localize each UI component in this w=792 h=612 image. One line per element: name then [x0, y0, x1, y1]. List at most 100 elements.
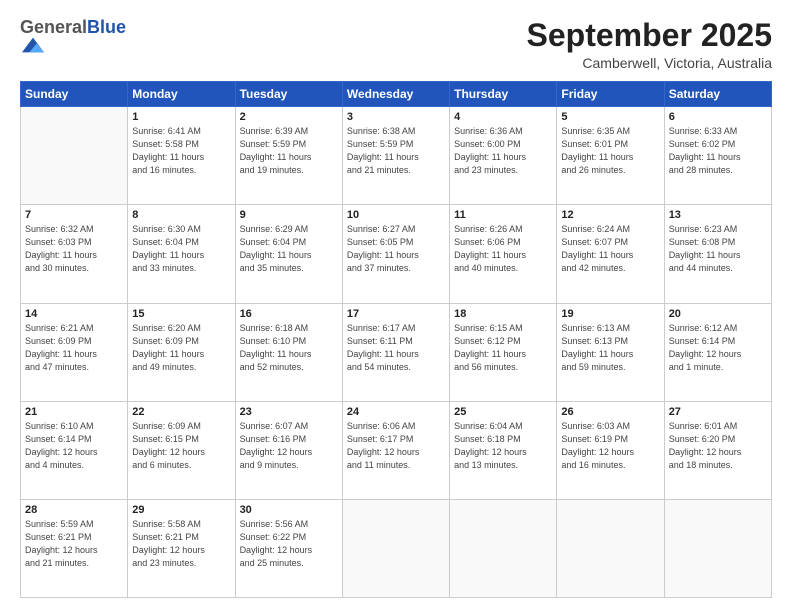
day-info: Sunrise: 6:17 AM Sunset: 6:11 PM Dayligh… [347, 322, 445, 374]
day-number: 6 [669, 111, 767, 123]
day-info: Sunrise: 6:35 AM Sunset: 6:01 PM Dayligh… [561, 125, 659, 177]
calendar-cell: 23Sunrise: 6:07 AM Sunset: 6:16 PM Dayli… [235, 401, 342, 499]
day-number: 14 [25, 308, 123, 320]
day-number: 28 [25, 504, 123, 516]
month-title: September 2025 [527, 18, 772, 53]
weekday-header-friday: Friday [557, 82, 664, 107]
calendar-cell: 8Sunrise: 6:30 AM Sunset: 6:04 PM Daylig… [128, 205, 235, 303]
day-number: 1 [132, 111, 230, 123]
day-number: 4 [454, 111, 552, 123]
weekday-header-monday: Monday [128, 82, 235, 107]
calendar-cell: 1 Sunrise: 6:41 AM Sunset: 5:58 PM Daylig… [128, 107, 235, 205]
calendar-cell: 15 Sunrise: 6:20 AM Sunset: 6:09 PM Dayli… [128, 303, 235, 401]
calendar-cell: 6 Sunrise: 6:33 AM Sunset: 6:02 PM Daylig… [664, 107, 771, 205]
day-info: Sunrise: 6:10 AM Sunset: 6:14 PM Dayligh… [25, 420, 123, 472]
day-number: 15 [132, 308, 230, 320]
calendar-cell: 12 Sunrise: 6:24 AM Sunset: 6:07 PM Dayli… [557, 205, 664, 303]
location: Camberwell, Victoria, Australia [527, 55, 772, 71]
day-number: 20 [669, 308, 767, 320]
day-number: 9 [240, 209, 338, 221]
calendar-week-row: 21 Sunrise: 6:10 AM Sunset: 6:14 PM Dayli… [21, 401, 772, 499]
day-number: 12 [561, 209, 659, 221]
day-info: Sunrise: 6:27 AM Sunset: 6:05 PM Dayligh… [347, 223, 445, 275]
calendar-cell: 27Sunrise: 6:01 AM Sunset: 6:20 PM Dayli… [664, 401, 771, 499]
day-info: Sunrise: 6:15 AM Sunset: 6:12 PM Dayligh… [454, 322, 552, 374]
calendar-cell: 4 Sunrise: 6:36 AM Sunset: 6:00 PM Daylig… [450, 107, 557, 205]
day-number: 30 [240, 504, 338, 516]
calendar-week-row: 28 Sunrise: 5:59 AM Sunset: 6:21 PM Dayli… [21, 499, 772, 597]
page: GeneralBlue September 2025 Camberwell, V… [0, 0, 792, 612]
day-info: Sunrise: 5:58 AM Sunset: 6:21 PM Dayligh… [132, 518, 230, 570]
day-info: Sunrise: 6:06 AM Sunset: 6:17 PM Dayligh… [347, 420, 445, 472]
calendar-cell: 16 Sunrise: 6:18 AM Sunset: 6:10 PM Dayli… [235, 303, 342, 401]
title-block: September 2025 Camberwell, Victoria, Aus… [527, 18, 772, 71]
calendar-cell: 22 Sunrise: 6:09 AM Sunset: 6:15 PM Dayli… [128, 401, 235, 499]
calendar-cell [664, 499, 771, 597]
weekday-header-sunday: Sunday [21, 82, 128, 107]
day-number: 19 [561, 308, 659, 320]
day-number: 2 [240, 111, 338, 123]
day-info: Sunrise: 6:04 AM Sunset: 6:18 PM Dayligh… [454, 420, 552, 472]
day-info: Sunrise: 6:38 AM Sunset: 5:59 PM Dayligh… [347, 125, 445, 177]
calendar-cell: 2 Sunrise: 6:39 AM Sunset: 5:59 PM Daylig… [235, 107, 342, 205]
calendar-cell [557, 499, 664, 597]
day-info: Sunrise: 6:33 AM Sunset: 6:02 PM Dayligh… [669, 125, 767, 177]
day-number: 5 [561, 111, 659, 123]
day-number: 7 [25, 209, 123, 221]
day-number: 13 [669, 209, 767, 221]
logo-icon [22, 34, 44, 56]
day-info: Sunrise: 6:18 AM Sunset: 6:10 PM Dayligh… [240, 322, 338, 374]
calendar-cell [450, 499, 557, 597]
calendar-cell: 13 Sunrise: 6:23 AM Sunset: 6:08 PM Dayli… [664, 205, 771, 303]
day-info: Sunrise: 6:09 AM Sunset: 6:15 PM Dayligh… [132, 420, 230, 472]
day-number: 11 [454, 209, 552, 221]
calendar-cell: 24 Sunrise: 6:06 AM Sunset: 6:17 PM Dayli… [342, 401, 449, 499]
weekday-header-thursday: Thursday [450, 82, 557, 107]
day-info: Sunrise: 6:26 AM Sunset: 6:06 PM Dayligh… [454, 223, 552, 275]
day-number: 17 [347, 308, 445, 320]
day-info: Sunrise: 6:30 AM Sunset: 6:04 PM Dayligh… [132, 223, 230, 275]
day-info: Sunrise: 6:39 AM Sunset: 5:59 PM Dayligh… [240, 125, 338, 177]
day-number: 29 [132, 504, 230, 516]
day-info: Sunrise: 6:03 AM Sunset: 6:19 PM Dayligh… [561, 420, 659, 472]
day-info: Sunrise: 6:41 AM Sunset: 5:58 PM Dayligh… [132, 125, 230, 177]
day-number: 21 [25, 406, 123, 418]
day-number: 26 [561, 406, 659, 418]
calendar-cell: 30 Sunrise: 5:56 AM Sunset: 6:22 PM Dayli… [235, 499, 342, 597]
weekday-header-saturday: Saturday [664, 82, 771, 107]
calendar-cell: 3Sunrise: 6:38 AM Sunset: 5:59 PM Daylig… [342, 107, 449, 205]
day-info: Sunrise: 6:24 AM Sunset: 6:07 PM Dayligh… [561, 223, 659, 275]
day-info: Sunrise: 6:23 AM Sunset: 6:08 PM Dayligh… [669, 223, 767, 275]
day-number: 24 [347, 406, 445, 418]
calendar-cell: 11 Sunrise: 6:26 AM Sunset: 6:06 PM Dayli… [450, 205, 557, 303]
weekday-header-tuesday: Tuesday [235, 82, 342, 107]
day-info: Sunrise: 6:36 AM Sunset: 6:00 PM Dayligh… [454, 125, 552, 177]
day-number: 22 [132, 406, 230, 418]
weekday-header-row: SundayMondayTuesdayWednesdayThursdayFrid… [21, 82, 772, 107]
day-info: Sunrise: 6:29 AM Sunset: 6:04 PM Dayligh… [240, 223, 338, 275]
day-info: Sunrise: 6:12 AM Sunset: 6:14 PM Dayligh… [669, 322, 767, 374]
calendar-cell: 10 Sunrise: 6:27 AM Sunset: 6:05 PM Dayli… [342, 205, 449, 303]
calendar-cell: 7Sunrise: 6:32 AM Sunset: 6:03 PM Daylig… [21, 205, 128, 303]
day-info: Sunrise: 6:21 AM Sunset: 6:09 PM Dayligh… [25, 322, 123, 374]
calendar-table: SundayMondayTuesdayWednesdayThursdayFrid… [20, 81, 772, 598]
logo: GeneralBlue [20, 18, 126, 61]
day-number: 25 [454, 406, 552, 418]
day-number: 10 [347, 209, 445, 221]
calendar-cell: 18Sunrise: 6:15 AM Sunset: 6:12 PM Dayli… [450, 303, 557, 401]
day-info: Sunrise: 6:20 AM Sunset: 6:09 PM Dayligh… [132, 322, 230, 374]
day-info: Sunrise: 6:13 AM Sunset: 6:13 PM Dayligh… [561, 322, 659, 374]
calendar-cell: 19 Sunrise: 6:13 AM Sunset: 6:13 PM Dayli… [557, 303, 664, 401]
calendar-cell: 20 Sunrise: 6:12 AM Sunset: 6:14 PM Dayli… [664, 303, 771, 401]
calendar-cell: 29 Sunrise: 5:58 AM Sunset: 6:21 PM Dayli… [128, 499, 235, 597]
calendar-week-row: 14 Sunrise: 6:21 AM Sunset: 6:09 PM Dayli… [21, 303, 772, 401]
day-info: Sunrise: 6:01 AM Sunset: 6:20 PM Dayligh… [669, 420, 767, 472]
calendar-week-row: 1 Sunrise: 6:41 AM Sunset: 5:58 PM Daylig… [21, 107, 772, 205]
calendar-cell: 5 Sunrise: 6:35 AM Sunset: 6:01 PM Daylig… [557, 107, 664, 205]
day-info: Sunrise: 5:59 AM Sunset: 6:21 PM Dayligh… [25, 518, 123, 570]
day-number: 16 [240, 308, 338, 320]
calendar-cell: 25 Sunrise: 6:04 AM Sunset: 6:18 PM Dayli… [450, 401, 557, 499]
calendar-cell: 26 Sunrise: 6:03 AM Sunset: 6:19 PM Dayli… [557, 401, 664, 499]
day-info: Sunrise: 6:07 AM Sunset: 6:16 PM Dayligh… [240, 420, 338, 472]
day-info: Sunrise: 5:56 AM Sunset: 6:22 PM Dayligh… [240, 518, 338, 570]
